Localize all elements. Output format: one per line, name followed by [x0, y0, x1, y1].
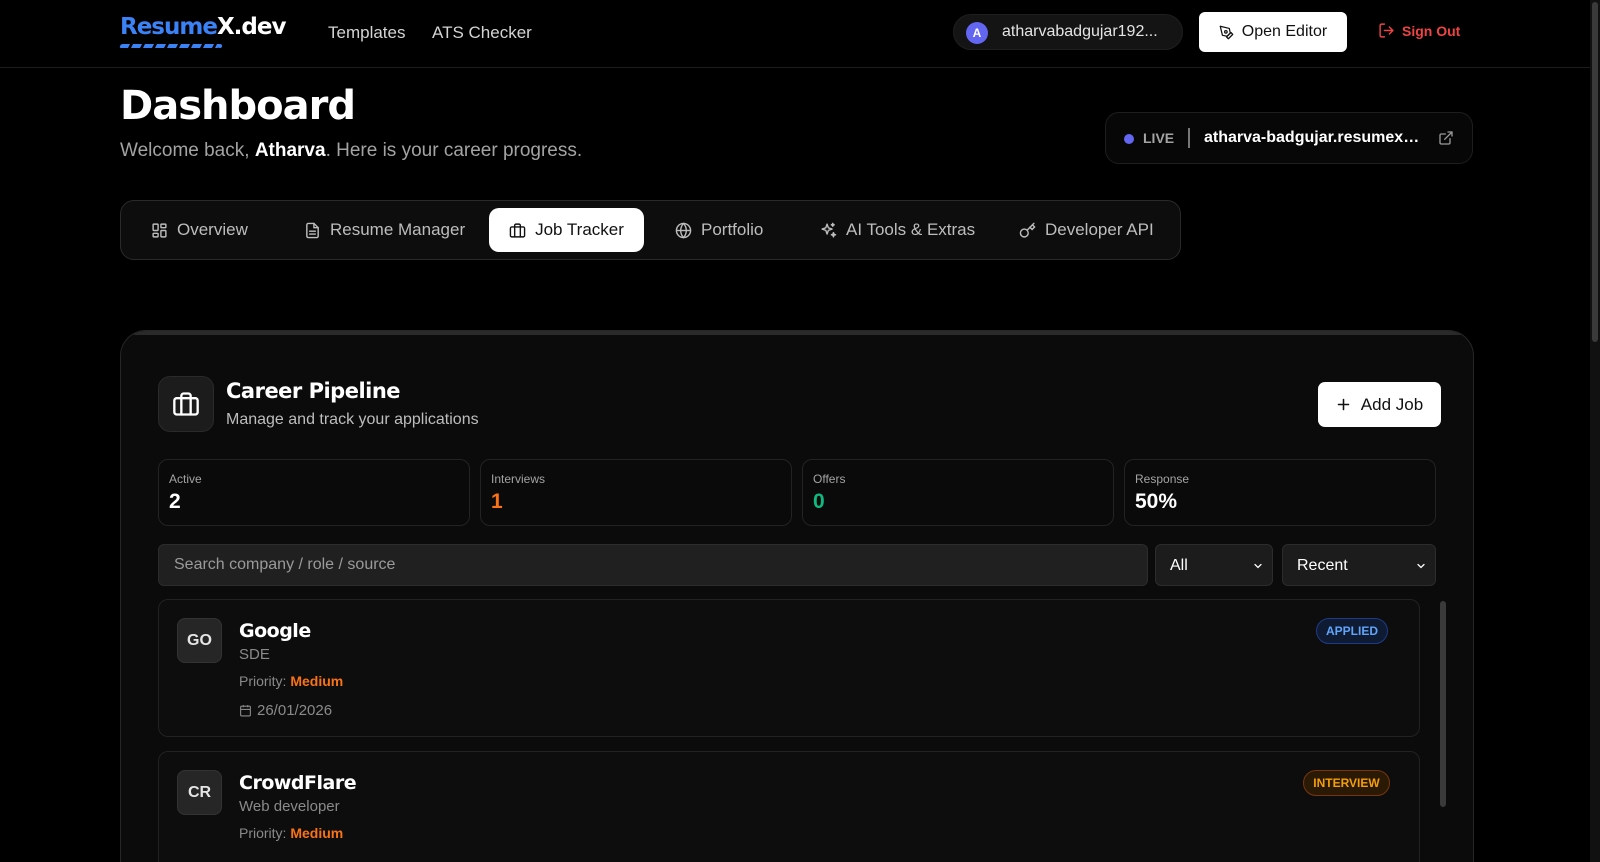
logo-underline: [119, 44, 221, 48]
stat-label: Active: [169, 472, 202, 486]
job-priority: Priority: Medium: [239, 673, 344, 689]
logo-text: ResumeX.dev: [120, 14, 286, 40]
company-name: Google: [239, 620, 311, 642]
stat-value: 0: [813, 490, 825, 513]
pen-tool-icon: [1219, 25, 1234, 39]
company-initials: CR: [177, 770, 222, 815]
add-job-button[interactable]: Add Job: [1318, 382, 1441, 427]
briefcase-icon: [173, 392, 199, 416]
welcome-user-name: Atharva: [254, 140, 326, 161]
key-icon: [1019, 222, 1036, 238]
logo-dot: [218, 44, 222, 48]
chevron-down-icon: [1417, 563, 1425, 569]
stat-value: 50%: [1135, 490, 1178, 513]
job-card[interactable]: GO Google SDE Priority: Medium 26/01/202…: [158, 599, 1420, 737]
pipeline-subtitle: Manage and track your applications: [226, 411, 479, 428]
company-name: CrowdFlare: [239, 772, 357, 794]
tab-label: Overview: [177, 220, 248, 239]
tab-label: Job Tracker: [535, 220, 624, 239]
tab-job-tracker[interactable]: Job Tracker: [489, 208, 644, 252]
chevron-down-icon: [1254, 563, 1262, 569]
tab-developer-api[interactable]: Developer API: [1019, 208, 1154, 252]
status-badge: INTERVIEW: [1303, 770, 1390, 796]
tab-label: Resume Manager: [330, 220, 466, 239]
priority-value: Medium: [290, 825, 344, 841]
pipeline-title: Career Pipeline: [226, 379, 401, 403]
page-title: Dashboard: [120, 83, 356, 129]
live-label: LIVE: [1143, 130, 1175, 146]
stat-value: 2: [169, 490, 181, 513]
job-search-input[interactable]: [158, 544, 1148, 586]
user-email: atharvabadgujar192...: [1002, 23, 1158, 40]
plus-icon: [1337, 398, 1350, 411]
briefcase-icon: [509, 222, 526, 238]
tab-resume-manager[interactable]: Resume Manager: [304, 208, 465, 252]
nav-templates-link[interactable]: Templates: [328, 22, 405, 44]
sign-out-label: Sign Out: [1402, 22, 1461, 39]
tab-label: AI Tools & Extras: [846, 220, 976, 239]
company-initials: GO: [177, 618, 222, 663]
stat-label: Offers: [813, 472, 846, 486]
avatar: A: [966, 22, 988, 44]
tab-overview[interactable]: Overview: [151, 208, 248, 252]
divider: [1188, 128, 1190, 148]
job-priority: Priority: Medium: [239, 825, 344, 841]
nav-ats-checker-link[interactable]: ATS Checker: [432, 22, 532, 44]
job-date: 26/01/2026: [239, 702, 332, 719]
logo[interactable]: ResumeX.dev: [119, 13, 286, 53]
job-role: SDE: [239, 646, 270, 663]
open-editor-button[interactable]: Open Editor: [1199, 12, 1347, 52]
live-status-dot: [1124, 134, 1134, 144]
add-job-label: Add Job: [1360, 394, 1424, 414]
stat-value: 1: [491, 490, 503, 513]
open-editor-label: Open Editor: [1241, 23, 1328, 40]
welcome-message: Welcome back, Atharva. Here is your care…: [120, 140, 583, 161]
tab-ai-tools[interactable]: AI Tools & Extras: [820, 208, 975, 252]
job-card[interactable]: CR CrowdFlare Web developer Priority: Me…: [158, 751, 1420, 862]
grid-icon: [152, 222, 167, 238]
tab-label: Developer API: [1045, 220, 1154, 239]
sign-out-button[interactable]: Sign Out: [1378, 22, 1460, 39]
status-filter-value: All: [1170, 557, 1188, 574]
tab-label: Portfolio: [701, 220, 764, 239]
status-filter-select[interactable]: All: [1155, 544, 1273, 586]
priority-value: Medium: [290, 673, 344, 689]
sort-select[interactable]: Recent: [1282, 544, 1436, 586]
status-badge: APPLIED: [1316, 618, 1388, 644]
live-site-pill[interactable]: LIVE atharva-badgujar.resumex.dev: [1105, 112, 1473, 164]
calendar-icon: [240, 705, 251, 717]
pipeline-icon-box: [158, 376, 214, 432]
stat-card-interviews: Interviews 1: [480, 459, 792, 526]
stat-card-active: Active 2: [158, 459, 470, 526]
stat-card-response: Response 50%: [1124, 459, 1436, 526]
sparkles-icon: [821, 222, 837, 238]
tab-portfolio[interactable]: Portfolio: [675, 208, 763, 252]
live-site-url[interactable]: atharva-badgujar.resumex.dev: [1204, 129, 1422, 147]
dashboard-tabs: Overview Resume Manager Job Tracker Port…: [120, 200, 1181, 260]
card-top-accent: [133, 331, 1463, 335]
job-role: Web developer: [239, 798, 340, 815]
file-icon: [306, 222, 319, 238]
job-list-scrollbar[interactable]: [1440, 601, 1446, 807]
top-navbar: ResumeX.dev Templates ATS Checker A atha…: [0, 0, 1590, 68]
sort-value: Recent: [1297, 557, 1348, 574]
external-link-icon[interactable]: [1438, 130, 1454, 146]
job-list: GO Google SDE Priority: Medium 26/01/202…: [158, 599, 1420, 862]
job-date-value: 26/01/2026: [257, 702, 333, 719]
stat-card-offers: Offers 0: [802, 459, 1114, 526]
page-scrollbar-thumb[interactable]: [1592, 2, 1598, 342]
user-account-pill[interactable]: A atharvabadgujar192...: [953, 14, 1183, 50]
logout-icon: [1379, 23, 1394, 38]
stat-label: Interviews: [491, 472, 546, 486]
globe-icon: [675, 221, 692, 239]
stat-label: Response: [1135, 472, 1190, 486]
career-pipeline-card: Career Pipeline Manage and track your ap…: [120, 330, 1474, 862]
